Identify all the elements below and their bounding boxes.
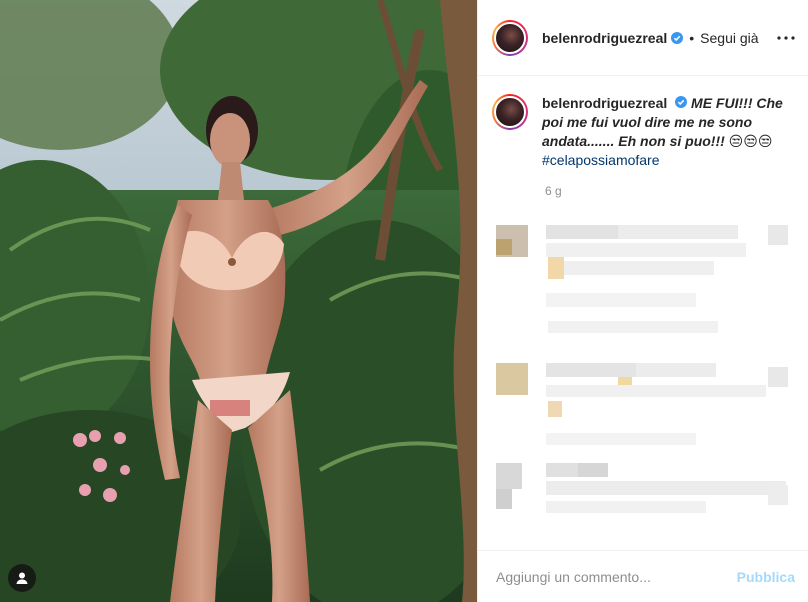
comment-avatar-blur (496, 239, 512, 255)
user-tag-icon (16, 572, 28, 584)
publish-button[interactable]: Pubblica (737, 569, 795, 585)
comment-bar: Pubblica (478, 550, 808, 602)
caption-lead: ME FUI!!! (691, 95, 757, 111)
caption-emoji: 😒😒😒 (728, 133, 773, 149)
post-photo (0, 0, 477, 602)
more-options-icon[interactable] (777, 35, 795, 40)
user-tag-button[interactable] (8, 564, 36, 592)
caption-avatar[interactable] (492, 94, 528, 130)
comment-avatar-blur (496, 363, 528, 395)
header-username[interactable]: belenrodriguezreal (542, 30, 667, 46)
avatar[interactable] (492, 19, 528, 56)
caption: belenrodriguezreal ME FUI!!! Che poi me … (478, 76, 808, 170)
verified-badge-icon (671, 31, 684, 44)
caption-verified-badge-icon (675, 96, 688, 108)
caption-username[interactable]: belenrodriguezreal (542, 95, 667, 111)
post-time: 6 g (545, 184, 562, 198)
caption-tail: Eh non si puo!!! (618, 133, 729, 149)
separator-dot: • (689, 29, 695, 46)
follow-button[interactable]: Segui già (700, 30, 758, 46)
pixelated-comments (478, 205, 808, 550)
post-side-panel: belenrodriguezreal • Segui già belenrodr… (477, 0, 808, 602)
caption-text: belenrodriguezreal ME FUI!!! Che poi me … (542, 94, 790, 170)
comment-avatar-blur (496, 463, 522, 489)
post-header: belenrodriguezreal • Segui già (478, 0, 808, 76)
hashtag-link[interactable]: #celapossiamofare (542, 152, 660, 168)
comment-input[interactable] (494, 567, 737, 586)
post-image (0, 0, 477, 602)
